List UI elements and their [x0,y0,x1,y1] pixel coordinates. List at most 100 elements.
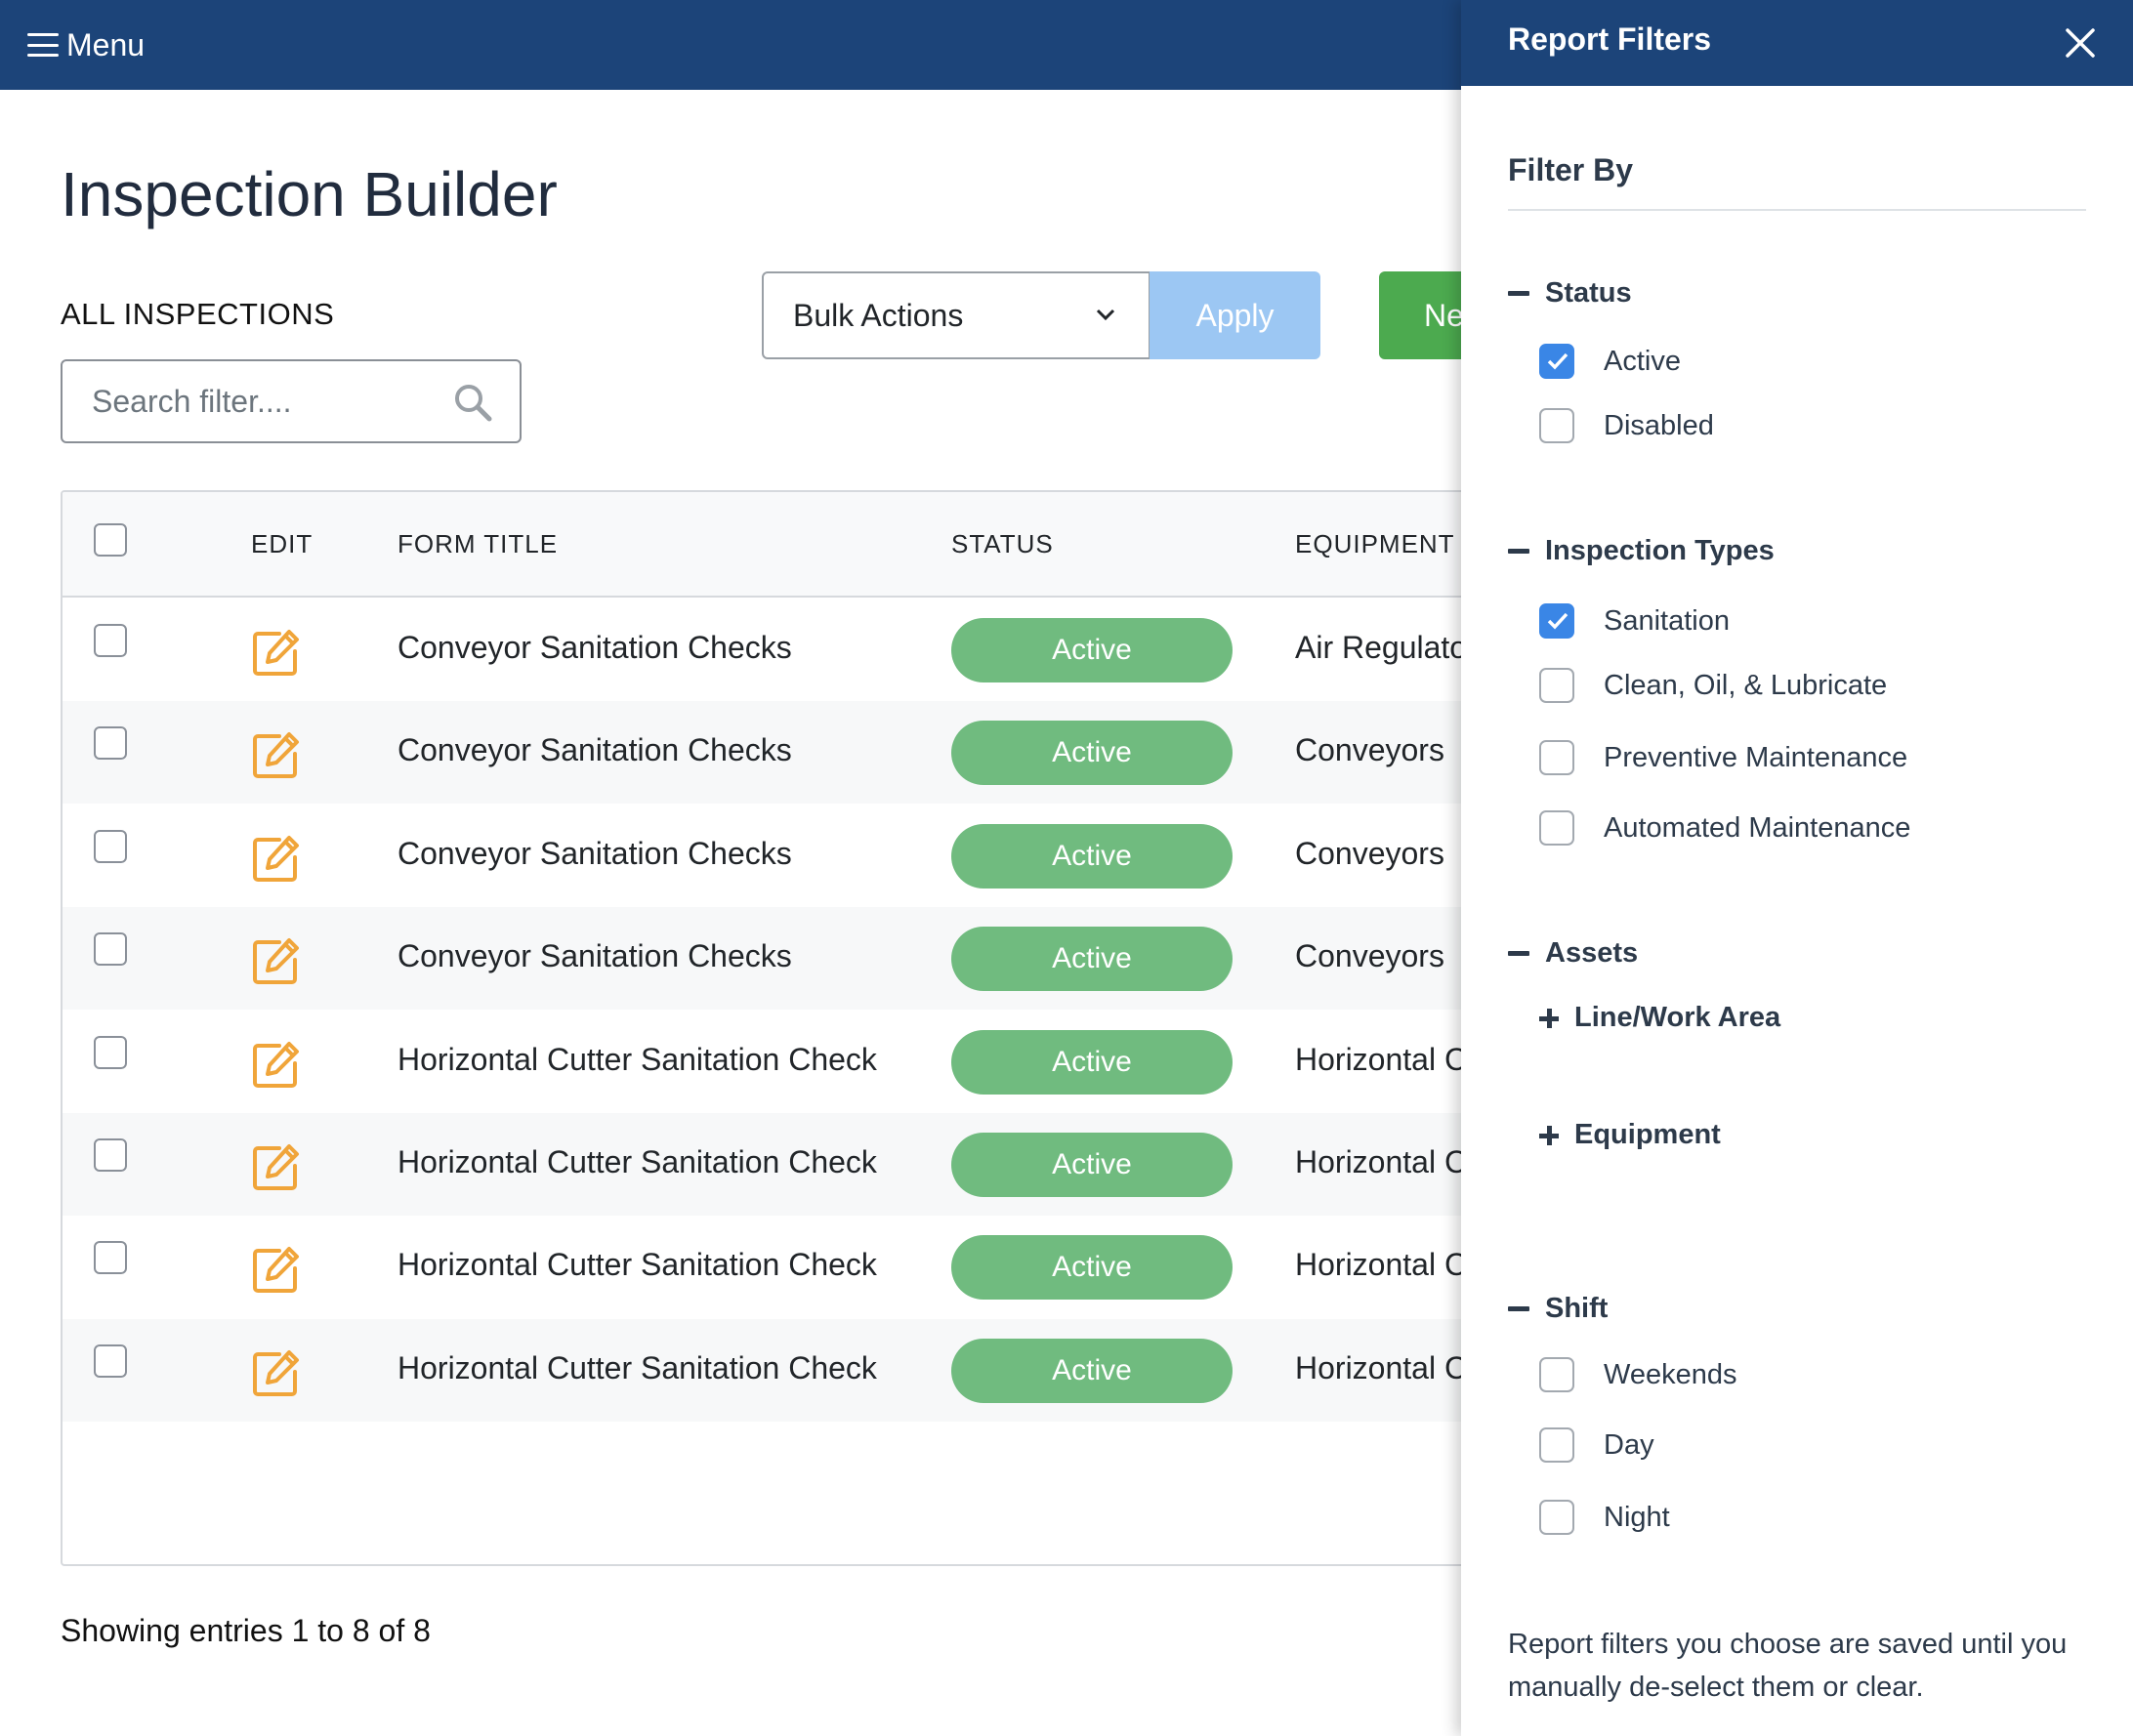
minus-icon [1508,951,1529,956]
equipment-toggle[interactable]: Equipment [1539,1119,1721,1151]
filter-shift-day[interactable]: Day [1539,1427,1654,1463]
close-icon[interactable] [2063,25,2098,61]
checkbox-weekends[interactable] [1539,1357,1574,1392]
filter-status-disabled[interactable]: Disabled [1539,408,1714,443]
filter-by-heading: Filter By [1508,152,1634,187]
edit-icon[interactable] [250,1344,305,1397]
plus-icon [1539,1125,1559,1145]
minus-icon [1508,291,1529,296]
form-title-cell[interactable]: Conveyor Sanitation Checks [397,630,792,666]
search-box [61,359,522,443]
status-badge: Active [951,1235,1233,1301]
filter-shift-weekends[interactable]: Weekends [1539,1357,1737,1392]
chevron-down-icon [1096,309,1115,321]
form-title-cell[interactable]: Conveyor Sanitation Checks [397,836,792,872]
checkbox-preventive-maintenance[interactable] [1539,740,1574,775]
option-label: Active [1604,345,1681,377]
form-title-cell[interactable]: Horizontal Cutter Sanitation Check [397,1144,877,1180]
edit-icon[interactable] [250,830,305,883]
checkbox-day[interactable] [1539,1427,1574,1463]
select-all-checkbox[interactable] [94,523,127,557]
subgroup-label: Equipment [1574,1119,1721,1150]
status-badge: Active [951,1338,1233,1403]
option-label: Automated Maintenance [1604,811,1911,844]
checkbox-clean-oil-lubricate[interactable] [1539,668,1574,703]
equipment-cell: Air Regulato [1295,630,1467,665]
inspection-types-group-toggle[interactable]: Inspection Types [1508,535,1775,567]
bulk-actions-select[interactable]: Bulk Actions [762,271,1150,359]
table-header: EDIT FORM TITLE STATUS EQUIPMENT [63,492,1465,598]
filter-type-clean-oil-lubricate[interactable]: Clean, Oil, & Lubricate [1539,668,1887,703]
header-equipment[interactable]: EQUIPMENT [1295,529,1455,559]
checkbox-active[interactable] [1539,344,1574,379]
equipment-cell: Horizontal C [1295,1247,1467,1283]
option-label: Day [1604,1428,1654,1461]
search-icon[interactable] [453,383,492,422]
filter-shift-night[interactable]: Night [1539,1500,1670,1535]
edit-icon[interactable] [250,1241,305,1294]
form-title-cell[interactable]: Horizontal Cutter Sanitation Check [397,1042,877,1078]
divider [1508,209,2086,211]
equipment-cell: Horizontal C [1295,1349,1467,1385]
option-label: Sanitation [1604,604,1730,637]
inspections-table: EDIT FORM TITLE STATUS EQUIPMENT Conveyo… [61,490,1467,1566]
menu-button[interactable]: Menu [27,23,145,66]
apply-button[interactable]: Apply [1150,271,1320,359]
assets-label: Assets [1545,937,1639,969]
equipment-cell: Horizontal C [1295,1144,1467,1179]
table-row: Conveyor Sanitation Checks Active Air Regu… [63,599,1465,701]
option-label: Preventive Maintenance [1604,741,1908,773]
option-label: Night [1604,1501,1670,1533]
minus-icon [1508,549,1529,554]
filter-type-preventive-maintenance[interactable]: Preventive Maintenance [1539,740,1907,775]
header-form-title[interactable]: FORM TITLE [397,529,558,559]
form-title-cell[interactable]: Horizontal Cutter Sanitation Check [397,1247,877,1283]
panel-title: Report Filters [1508,21,1712,57]
status-badge: Active [951,618,1233,682]
table-row: Conveyor Sanitation Checks Active Conveyor… [63,701,1465,805]
filter-status-active[interactable]: Active [1539,344,1681,379]
header-status[interactable]: STATUS [951,529,1054,559]
table-row: Horizontal Cutter Sanitation Check Active… [63,1216,1465,1318]
filter-type-sanitation[interactable]: Sanitation [1539,603,1730,639]
plus-icon [1539,1008,1559,1028]
option-label: Weekends [1604,1358,1737,1390]
search-input[interactable] [92,383,490,420]
row-checkbox[interactable] [94,1343,127,1378]
row-checkbox[interactable] [94,829,127,863]
checkbox-disabled[interactable] [1539,408,1574,443]
status-group-toggle[interactable]: Status [1508,277,1632,310]
checkbox-sanitation[interactable] [1539,603,1574,639]
menu-label: Menu [66,26,146,62]
assets-group-toggle[interactable]: Assets [1508,937,1638,970]
table-row: Conveyor Sanitation Checks Active Conveyor… [63,907,1465,1011]
row-checkbox[interactable] [94,1035,127,1069]
edit-icon[interactable] [250,726,305,779]
equipment-cell: Horizontal C [1295,1041,1467,1077]
form-title-cell[interactable]: Horizontal Cutter Sanitation Check [397,1350,877,1386]
shift-group-toggle[interactable]: Shift [1508,1293,1608,1325]
line-work-area-toggle[interactable]: Line/Work Area [1539,1002,1780,1034]
row-checkbox[interactable] [94,932,127,967]
form-title-cell[interactable]: Conveyor Sanitation Checks [397,732,792,768]
checkbox-automated-maintenance[interactable] [1539,810,1574,846]
bulk-actions-label: Bulk Actions [793,297,964,333]
edit-icon[interactable] [250,932,305,985]
form-title-cell[interactable]: Conveyor Sanitation Checks [397,938,792,974]
edit-icon[interactable] [250,1138,305,1191]
checkbox-night[interactable] [1539,1500,1574,1535]
inspection-types-label: Inspection Types [1545,535,1775,566]
row-checkbox[interactable] [94,726,127,761]
row-checkbox[interactable] [94,1138,127,1172]
row-checkbox[interactable] [94,624,127,657]
row-checkbox[interactable] [94,1241,127,1275]
edit-icon[interactable] [250,1036,305,1089]
filters-note: Report filters you choose are saved unti… [1508,1629,2068,1703]
edit-icon[interactable] [250,624,305,677]
option-label: Disabled [1604,409,1714,441]
main-content: Inspection Builder ALL INSPECTIONS Bulk … [0,90,1516,1736]
table-row: Horizontal Cutter Sanitation Check Active… [63,1011,1465,1113]
filter-type-automated-maintenance[interactable]: Automated Maintenance [1539,810,1910,846]
panel-header: Report Filters [1461,0,2133,86]
subgroup-label: Line/Work Area [1574,1002,1781,1033]
